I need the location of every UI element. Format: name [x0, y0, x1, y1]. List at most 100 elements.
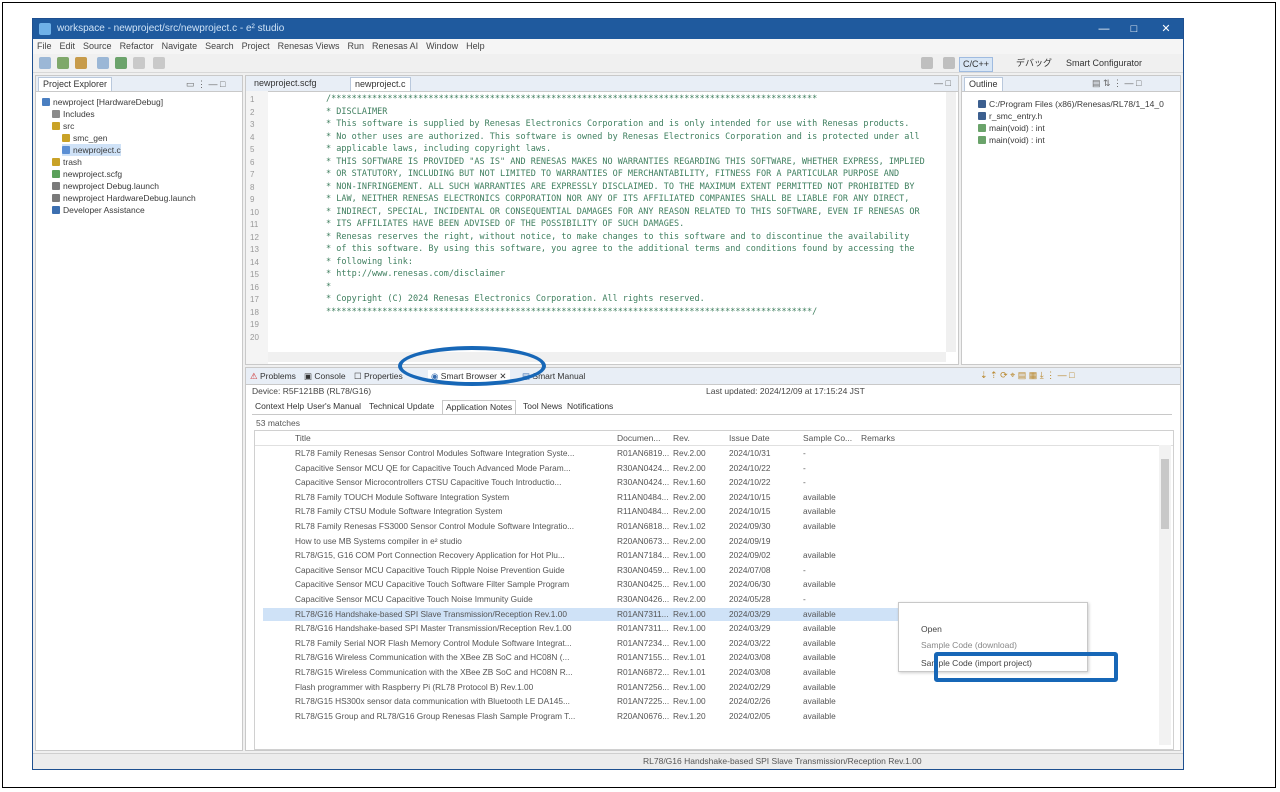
cell-sample-code: available	[803, 550, 836, 561]
table-row[interactable]: Capacitive Sensor Microcontrollers CTSU …	[263, 476, 983, 489]
cell-document: R11AN0484...	[617, 506, 669, 517]
col-issue-date[interactable]: Issue Date	[729, 431, 789, 445]
table-row[interactable]: Flash programmer with Raspberry Pi (RL78…	[263, 681, 983, 694]
table-row[interactable]: RL78 Family Renesas Sensor Control Modul…	[263, 447, 983, 460]
close-button[interactable]: ✕	[1153, 21, 1179, 37]
tab-project-explorer[interactable]: Project Explorer	[38, 77, 113, 91]
table-row[interactable]: RL78/G15 HS300x sensor data communicatio…	[263, 695, 983, 708]
col-sample-code[interactable]: Sample Co...	[803, 431, 855, 445]
table-scrollbar[interactable]	[1159, 445, 1171, 745]
subtab-notifications[interactable]: Notifications	[564, 400, 616, 413]
menu-search[interactable]: Search	[201, 39, 238, 53]
menu-navigate[interactable]: Navigate	[158, 39, 202, 53]
table-row[interactable]: RL78/G16 Wireless Communication with the…	[263, 651, 983, 664]
context-menu-open[interactable]: Open	[921, 623, 942, 635]
new-icon[interactable]	[39, 57, 51, 69]
cell-title: RL78 Family TOUCH Module Software Integr…	[295, 491, 510, 502]
subtab-application-notes[interactable]: Application Notes	[442, 400, 517, 414]
subtab-context-help[interactable]: Context Help	[252, 400, 307, 413]
search-icon[interactable]	[921, 57, 933, 69]
table-row[interactable]: RL78/G15, G16 COM Port Connection Recove…	[263, 549, 983, 562]
table-row[interactable]: How to use MB Systems compiler in e² stu…	[263, 535, 983, 548]
tree-item[interactable]: newproject HardwareDebug.launch	[52, 192, 196, 204]
table-row[interactable]: Capacitive Sensor MCU Capacitive Touch N…	[263, 593, 983, 606]
tree-item[interactable]: newproject Debug.launch	[52, 180, 159, 192]
tree-item[interactable]: smc_gen	[62, 132, 108, 144]
search-toolbar-icon[interactable]	[153, 57, 165, 69]
line-number: 11	[250, 220, 259, 229]
debug-icon[interactable]	[97, 57, 109, 69]
outline-item[interactable]: C:/Program Files (x86)/Renesas/RL78/1_14…	[978, 98, 1164, 110]
menu-renesas-views[interactable]: Renesas Views	[274, 39, 344, 53]
tree-item[interactable]: newproject.scfg	[52, 168, 122, 180]
tree-item[interactable]: newproject.c	[62, 144, 121, 156]
table-row[interactable]: RL78/G16 Handshake-based SPI Master Tran…	[263, 622, 983, 635]
col-rev[interactable]: Rev.	[673, 431, 713, 445]
tree-item-icon	[52, 170, 60, 178]
cell-sample-code: available	[803, 579, 836, 590]
menu-run[interactable]: Run	[344, 39, 369, 53]
cell-rev: Rev.1.00	[673, 564, 706, 575]
subtab-technical-update[interactable]: Technical Update	[366, 400, 437, 413]
menu-file[interactable]: File	[33, 39, 56, 53]
minimize-button[interactable]: —	[1091, 21, 1117, 37]
maximize-editor-icon[interactable]: — □	[934, 78, 951, 88]
editor-vertical-scrollbar[interactable]	[946, 92, 956, 352]
tab-properties[interactable]: ☐ Properties	[354, 370, 403, 382]
tree-item[interactable]: Developer Assistance	[52, 204, 145, 216]
menu-refactor[interactable]: Refactor	[116, 39, 158, 53]
table-header: Title Documen... Rev. Issue Date Sample …	[255, 431, 1173, 446]
external-tools-icon[interactable]	[133, 57, 145, 69]
outline-item[interactable]: main(void) : int	[978, 122, 1045, 134]
cell-title: RL78 Family CTSU Module Software Integra…	[295, 506, 503, 517]
menu-renesas-ai[interactable]: Renesas AI	[368, 39, 422, 53]
table-row[interactable]: RL78 Family TOUCH Module Software Integr…	[263, 491, 983, 504]
tree-item[interactable]: trash	[52, 156, 82, 168]
table-row[interactable]: RL78 Family Serial NOR Flash Memory Cont…	[263, 637, 983, 650]
table-row[interactable]: RL78 Family Renesas FS3000 Sensor Contro…	[263, 520, 983, 533]
subtab-users-manual[interactable]: User's Manual	[304, 400, 364, 413]
open-perspective-icon[interactable]	[943, 57, 955, 69]
menu-window[interactable]: Window	[422, 39, 462, 53]
run-icon[interactable]	[115, 57, 127, 69]
outline-item[interactable]: r_smc_entry.h	[978, 110, 1042, 122]
outline-toolbar-icons[interactable]: ▤ ⇅ ⋮ — □	[1092, 78, 1141, 89]
menu-help[interactable]: Help	[462, 39, 489, 53]
table-row[interactable]: RL78/G16 Handshake-based SPI Slave Trans…	[263, 607, 983, 621]
tab-console[interactable]: ▣ Console	[304, 370, 346, 382]
smart-browser-toolbar-icons[interactable]: ⇣ ⇡ ⟳ ⌖ ▤ ▦ ⤓ ⋮ — □	[980, 370, 1075, 381]
table-row[interactable]: RL78 Family CTSU Module Software Integra…	[263, 505, 983, 518]
view-menu-icon[interactable]: ▭ ⋮ — □	[186, 79, 225, 90]
editor-horizontal-scrollbar[interactable]	[268, 352, 946, 362]
tree-item[interactable]: Includes	[52, 108, 95, 120]
menu-project[interactable]: Project	[238, 39, 274, 53]
perspective-cpp[interactable]: C/C++	[959, 57, 994, 72]
menu-edit[interactable]: Edit	[56, 39, 80, 53]
cell-rev: Rev.2.00	[673, 594, 706, 604]
table-row[interactable]: RL78/G15 Wireless Communication with the…	[263, 666, 983, 679]
tree-item[interactable]: newproject [HardwareDebug]	[42, 96, 163, 108]
tab-newproject-c[interactable]: newproject.c	[350, 77, 411, 91]
perspective-debug[interactable]: デバッグ	[1013, 57, 1055, 70]
col-remarks[interactable]: Remarks	[861, 431, 921, 445]
outline-pane: Outline ▤ ⇅ ⋮ — □ C:/Program Files (x86)…	[961, 75, 1181, 365]
table-row[interactable]: Capacitive Sensor MCU Capacitive Touch S…	[263, 578, 983, 591]
tab-outline[interactable]: Outline	[964, 77, 1003, 91]
table-row[interactable]: RL78/G15 Group and RL78/G16 Group Renesa…	[263, 710, 983, 723]
save-icon[interactable]	[57, 57, 69, 69]
tree-item[interactable]: src	[52, 120, 74, 132]
outline-item[interactable]: main(void) : int	[978, 134, 1045, 146]
context-menu-sample-download[interactable]: Sample Code (download)	[921, 639, 1017, 651]
perspective-smart-configurator[interactable]: Smart Configurator	[1063, 57, 1145, 70]
menu-source[interactable]: Source	[79, 39, 116, 53]
table-scrollbar-thumb[interactable]	[1161, 459, 1169, 529]
table-row[interactable]: Capacitive Sensor MCU QE for Capacitive …	[263, 462, 983, 475]
tab-newproject-scfg[interactable]: newproject.scfg	[250, 77, 321, 90]
tab-problems[interactable]: ⚠ Problems	[250, 370, 296, 382]
subtab-tool-news[interactable]: Tool News	[520, 400, 565, 413]
col-document[interactable]: Documen...	[617, 431, 665, 445]
table-row[interactable]: Capacitive Sensor MCU Capacitive Touch R…	[263, 564, 983, 577]
col-title[interactable]: Title	[295, 431, 495, 445]
build-icon[interactable]	[75, 57, 87, 69]
maximize-button[interactable]: □	[1121, 21, 1147, 37]
